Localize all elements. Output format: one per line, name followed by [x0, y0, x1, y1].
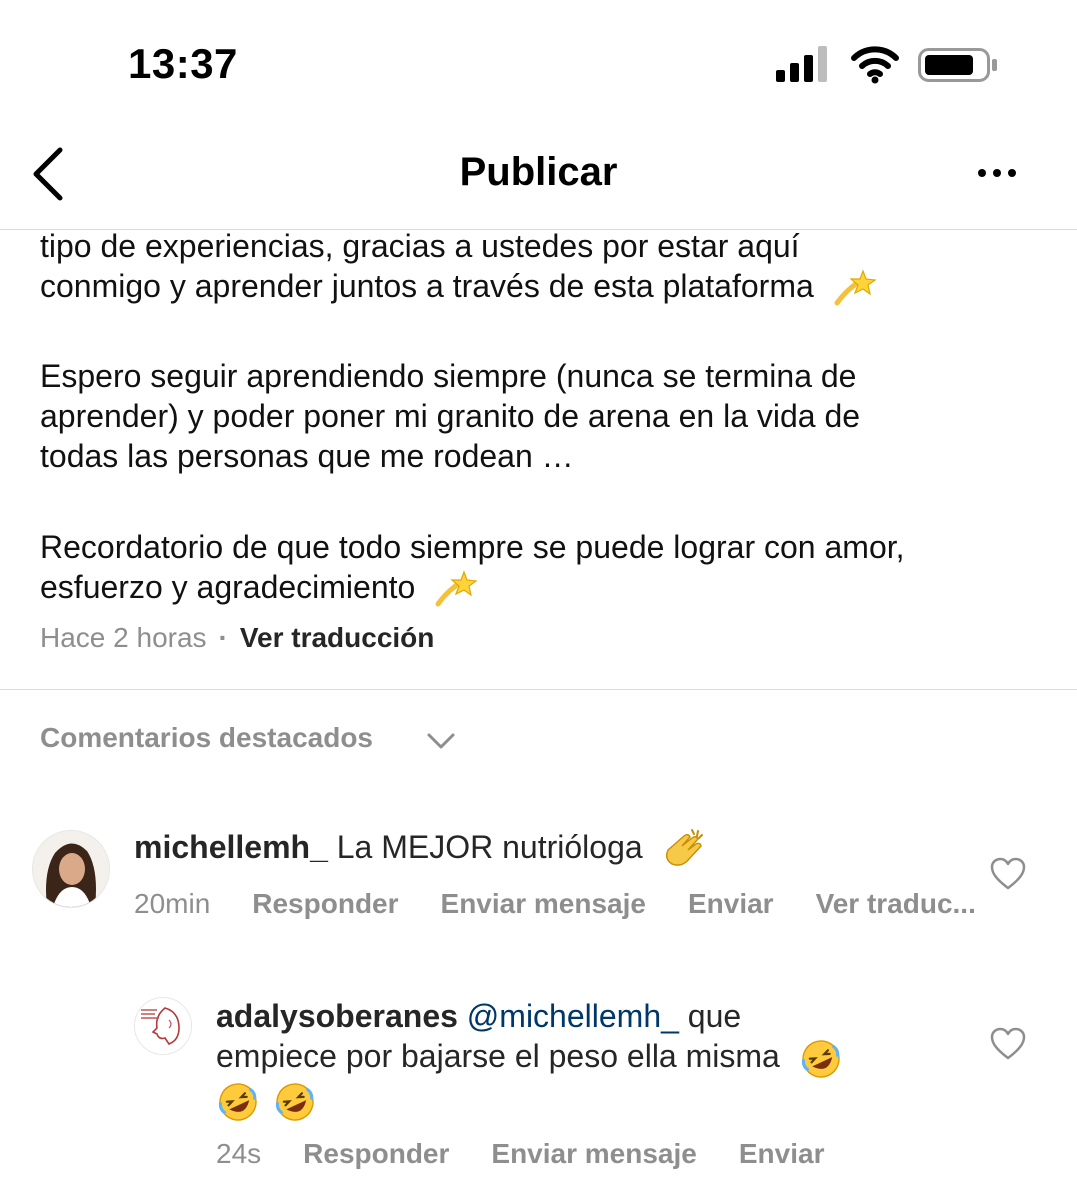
caption-line: aprender) y poder poner mi granito de ar… [40, 398, 861, 434]
caption-line: Espero seguir aprendiendo siempre (nunca… [40, 358, 857, 394]
send-button[interactable]: Enviar [688, 888, 774, 919]
send-message-button[interactable]: Enviar mensaje [491, 1138, 696, 1169]
mention-link[interactable]: @michellemh_ [467, 998, 679, 1034]
clapping-hands-emoji [665, 828, 703, 866]
page-title: Publicar [459, 150, 618, 194]
reply-button[interactable]: Responder [303, 1138, 449, 1169]
heart-icon[interactable] [990, 857, 1026, 891]
featured-comments-title[interactable]: Comentarios destacados [40, 722, 373, 754]
comment-text: empiece por bajarse el peso ella misma [216, 1038, 780, 1074]
caption-line: conmigo y aprender juntos a través de es… [40, 266, 1050, 309]
comment-actions: 20min Responder Enviar mensaje Enviar Ver tr… [134, 888, 976, 920]
section-divider [0, 689, 1077, 690]
comment-text: La MEJOR nutrióloga [336, 829, 643, 865]
rofl-emoji [275, 1083, 314, 1121]
comment-text: que [687, 998, 742, 1034]
meta-separator: · [218, 622, 228, 653]
heart-icon[interactable] [990, 1027, 1026, 1061]
status-time: 13:37 [128, 40, 238, 87]
chevron-down-icon[interactable] [426, 728, 456, 754]
comment-actions: 24s Responder Enviar mensaje Enviar [216, 1138, 824, 1170]
dizzy-star-emoji [435, 569, 478, 607]
send-message-button[interactable]: Enviar mensaje [441, 888, 646, 919]
see-translation-link[interactable]: Ver traducción [240, 622, 435, 653]
comment-time: 24s [216, 1138, 262, 1169]
rofl-emoji [218, 1083, 257, 1121]
avatar-logo [135, 998, 191, 1054]
comment-username[interactable]: michellemh_ [134, 829, 328, 865]
caption-line: esfuerzo y agradecimiento [40, 567, 1050, 610]
wifi-icon [851, 46, 899, 84]
battery-icon [918, 48, 997, 82]
avatar[interactable] [134, 997, 192, 1055]
avatar-photo [33, 831, 109, 907]
avatar[interactable] [32, 830, 110, 908]
comment-body: adalysoberanes @michellemh_ que empiece … [216, 996, 936, 1123]
dizzy-star-emoji [834, 268, 877, 306]
caption-line: tipo de experiencias, gracias a ustedes … [40, 228, 800, 264]
reply-button[interactable]: Responder [252, 888, 398, 919]
post-timestamp: Hace 2 horas [40, 622, 207, 653]
more-options-icon[interactable] [972, 158, 1022, 188]
rofl-emoji [801, 1039, 840, 1078]
caption-line: todas las personas que me rodean … [40, 438, 574, 474]
comment-username[interactable]: adalysoberanes [216, 998, 458, 1034]
caption-line: Recordatorio de que todo siempre se pued… [40, 529, 905, 565]
see-translation-link[interactable]: Ver traduc... [816, 888, 976, 919]
post-meta: Hace 2 horas · Ver traducción [40, 622, 434, 654]
comment-body: michellemh_ La MEJOR nutrióloga [134, 827, 708, 872]
comment-time: 20min [134, 888, 211, 919]
cellular-signal-icon [776, 46, 827, 82]
send-button[interactable]: Enviar [739, 1138, 825, 1169]
